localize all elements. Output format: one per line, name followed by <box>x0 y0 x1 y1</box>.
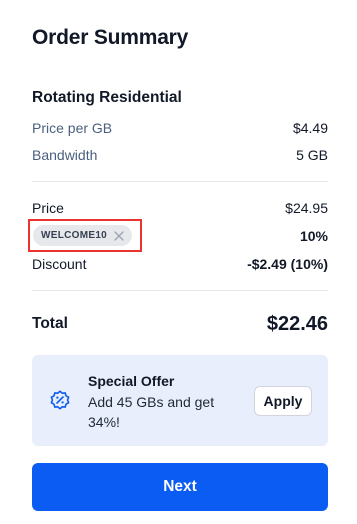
discount-badge-icon <box>48 388 72 412</box>
special-offer-card: Special Offer Add 45 GBs and get 34%! Ap… <box>32 355 328 446</box>
offer-title: Special Offer <box>88 373 175 389</box>
product-name: Rotating Residential <box>32 89 182 106</box>
apply-offer-button[interactable]: Apply <box>254 386 312 416</box>
bandwidth-row: Bandwidth 5 GB <box>32 145 328 165</box>
price-row: Price $24.95 <box>32 198 328 218</box>
discount-row: Discount -$2.49 (10%) <box>32 254 328 274</box>
price-per-gb-label: Price per GB <box>32 120 113 136</box>
price-label: Price <box>32 200 64 216</box>
divider <box>32 290 328 291</box>
total-label: Total <box>32 315 68 332</box>
offer-text: Add 45 GBs and get 34%! <box>88 394 215 430</box>
bandwidth-value: 5 GB <box>296 147 328 163</box>
discount-label: Discount <box>32 256 87 272</box>
divider <box>32 181 328 182</box>
price-value: $24.95 <box>285 200 328 216</box>
price-per-gb-value: $4.49 <box>292 120 328 136</box>
coupon-percent: 10% <box>299 228 328 244</box>
next-button[interactable]: Next <box>32 463 328 511</box>
price-per-gb-row: Price per GB $4.49 <box>32 118 328 138</box>
total-row: Total $22.46 <box>32 310 328 338</box>
discount-value: -$2.49 (10%) <box>247 256 328 272</box>
page-title: Order Summary <box>32 26 189 49</box>
total-value: $22.46 <box>266 312 328 335</box>
bandwidth-label: Bandwidth <box>32 147 98 163</box>
coupon-row: 10% <box>32 226 328 246</box>
order-summary-panel: Order Summary Rotating Residential Price… <box>28 0 328 524</box>
